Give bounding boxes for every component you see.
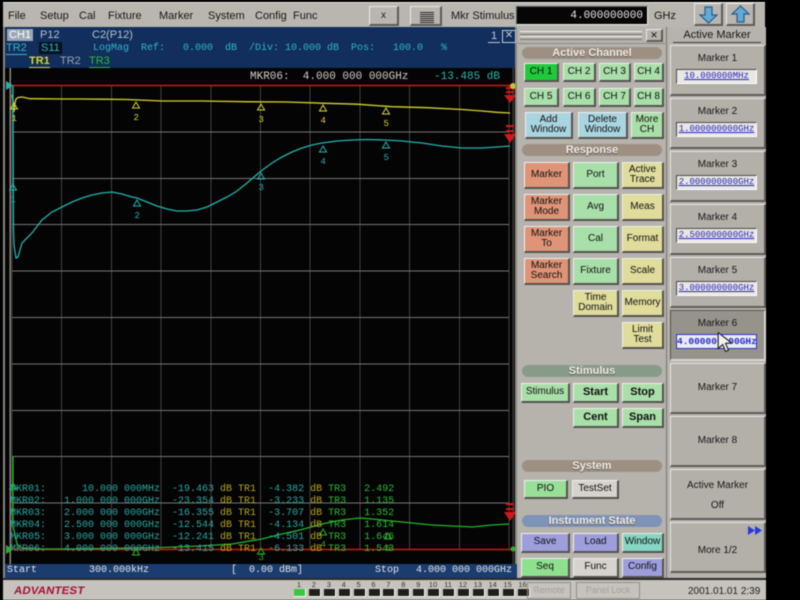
svg-text:4: 4 xyxy=(321,116,326,126)
svg-text:1: 1 xyxy=(11,195,16,205)
svg-text:3: 3 xyxy=(259,183,264,193)
svg-text:2: 2 xyxy=(135,211,140,221)
svg-text:2: 2 xyxy=(134,113,139,123)
svg-text:1: 1 xyxy=(12,114,17,124)
svg-text:5: 5 xyxy=(384,119,389,129)
svg-text:4: 4 xyxy=(321,157,326,167)
svg-text:3: 3 xyxy=(259,115,264,125)
svg-text:5: 5 xyxy=(384,153,389,163)
